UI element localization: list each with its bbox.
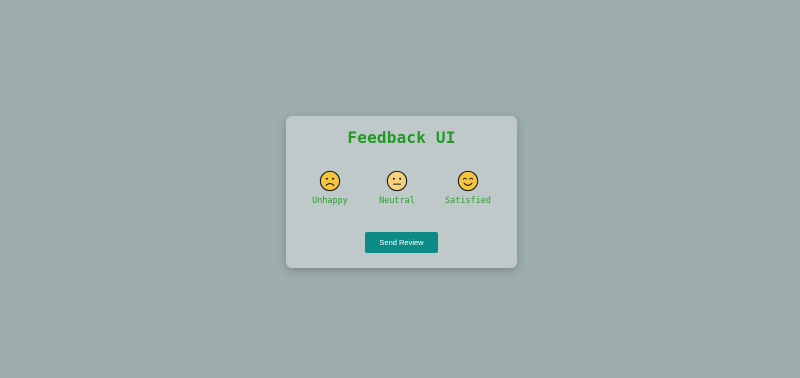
rating-label-neutral: Neutral xyxy=(379,196,415,206)
smiling-face-icon xyxy=(457,170,479,192)
rating-label-satisfied: Satisfied xyxy=(444,196,492,206)
rating-label-unhappy: Unhappy xyxy=(312,196,348,206)
rating-options: Unhappy Neutral Satisfied xyxy=(286,170,517,212)
rating-option-unhappy[interactable]: Unhappy xyxy=(300,170,360,206)
rating-option-satisfied[interactable]: Satisfied xyxy=(438,170,498,206)
feedback-title: Feedback UI xyxy=(347,128,456,147)
neutral-face-icon xyxy=(386,170,408,192)
sad-face-icon xyxy=(319,170,341,192)
rating-option-neutral[interactable]: Neutral xyxy=(367,170,427,206)
send-review-button[interactable]: Send Review xyxy=(365,232,438,253)
feedback-card: Feedback UI Unhappy Neutral Satisfied Se… xyxy=(286,116,517,268)
